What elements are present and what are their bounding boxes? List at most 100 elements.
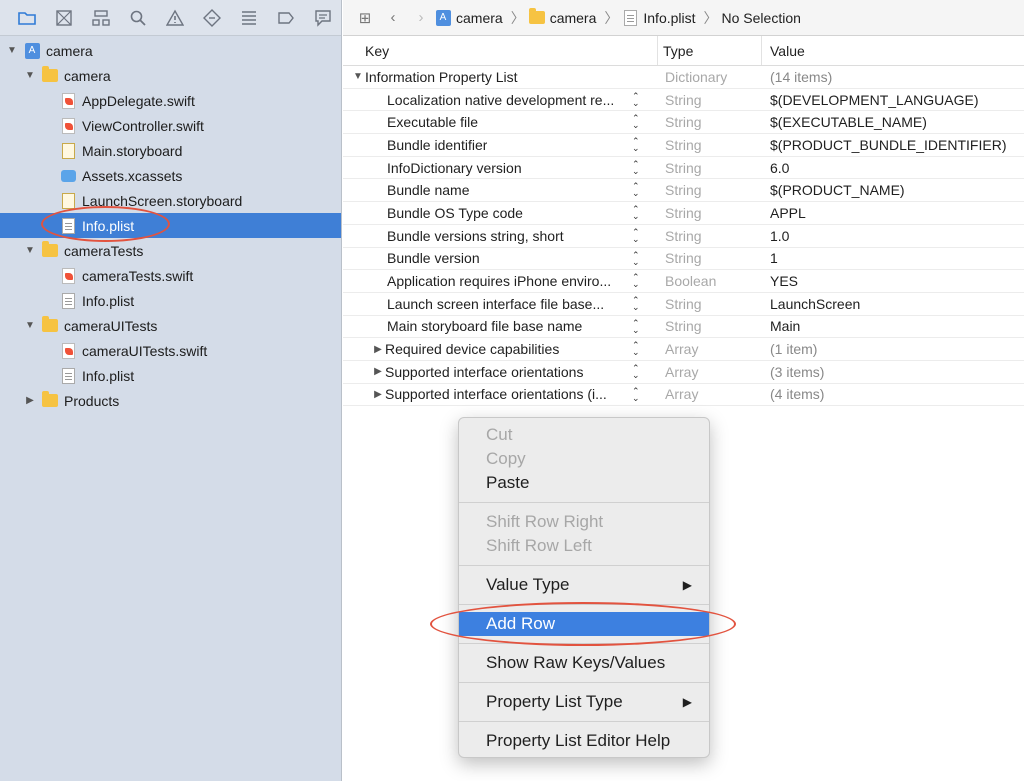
disclosure-open-icon[interactable]: ▼	[351, 71, 365, 82]
stepper-icon[interactable]: ⌃ ⌄	[632, 227, 640, 243]
related-items-grid-icon[interactable]: ⊞	[351, 9, 379, 27]
column-header-type[interactable]: Type	[658, 36, 762, 65]
stepper-icon[interactable]: ⌃ ⌄	[632, 386, 640, 402]
tree-item-file[interactable]: ViewController.swift	[0, 113, 341, 138]
menu-item-editor-help[interactable]: Property List Editor Help	[459, 729, 709, 753]
row-value[interactable]: $(PRODUCT_BUNDLE_IDENTIFIER)	[762, 137, 1006, 153]
table-row[interactable]: Bundle version ⌃ ⌄ String 1	[343, 248, 1024, 271]
disclosure-closed-icon[interactable]: ▶	[24, 395, 36, 406]
table-row[interactable]: Bundle OS Type code ⌃ ⌄ String APPL	[343, 202, 1024, 225]
row-value[interactable]: 6.0	[762, 160, 789, 176]
table-row[interactable]: Bundle versions string, short ⌃ ⌄ String …	[343, 225, 1024, 248]
stepper-icon[interactable]: ⌃ ⌄	[632, 318, 640, 334]
folder-icon[interactable]	[8, 6, 45, 30]
disclosure-open-icon[interactable]: ▼	[6, 45, 18, 56]
menu-item-copy[interactable]: Copy	[459, 447, 709, 471]
menu-item-show-raw-keys[interactable]: Show Raw Keys/Values	[459, 651, 709, 675]
breadcrumb-selection[interactable]: No Selection	[722, 10, 801, 26]
menu-item-add-row[interactable]: Add Row	[459, 612, 709, 636]
tree-item-file[interactable]: Info.plist	[0, 288, 341, 313]
row-key: Bundle OS Type code	[387, 204, 523, 221]
menu-item-value-type[interactable]: Value Type ▶	[459, 573, 709, 597]
source-control-icon[interactable]	[45, 6, 82, 30]
breakpoint-icon[interactable]	[267, 6, 304, 30]
stepper-icon[interactable]: ⌃ ⌄	[632, 205, 640, 221]
stepper-icon[interactable]: ⌃ ⌄	[632, 137, 640, 153]
stepper-icon[interactable]: ⌃ ⌄	[632, 363, 640, 379]
stepper-icon[interactable]: ⌃ ⌄	[632, 182, 640, 198]
tree-item-file-selected[interactable]: Info.plist	[0, 213, 341, 238]
tree-item-file[interactable]: cameraTests.swift	[0, 263, 341, 288]
row-value[interactable]: LaunchScreen	[762, 296, 860, 312]
table-row[interactable]: Localization native development re... ⌃ ⌄…	[343, 89, 1024, 112]
stepper-icon[interactable]: ⌃ ⌄	[632, 250, 640, 266]
hierarchy-icon[interactable]	[82, 6, 119, 30]
tree-item-project[interactable]: ▼ A camera	[0, 38, 341, 63]
menu-item-cut[interactable]: Cut	[459, 423, 709, 447]
table-row[interactable]: Executable file ⌃ ⌄ String $(EXECUTABLE_N…	[343, 111, 1024, 135]
disclosure-closed-icon[interactable]: ▶	[371, 344, 385, 355]
table-row[interactable]: Launch screen interface file base... ⌃ ⌄ …	[343, 293, 1024, 316]
breadcrumb-file[interactable]: Info.plist	[622, 9, 696, 26]
stepper-icon[interactable]: ⌃ ⌄	[632, 159, 640, 175]
table-row[interactable]: InfoDictionary version ⌃ ⌄ String 6.0	[343, 157, 1024, 180]
table-row[interactable]: ▶ Required device capabilities ⌃ ⌄ Array (…	[343, 338, 1024, 361]
search-icon[interactable]	[119, 6, 156, 30]
table-row[interactable]: Bundle identifier ⌃ ⌄ String $(PRODUCT_BU…	[343, 134, 1024, 157]
row-value[interactable]: 1	[762, 250, 778, 266]
row-type: String	[665, 227, 702, 244]
column-header-value[interactable]: Value	[762, 36, 805, 65]
disclosure-open-icon[interactable]: ▼	[24, 320, 36, 331]
column-header-key[interactable]: Key	[343, 36, 658, 65]
row-value[interactable]: $(EXECUTABLE_NAME)	[762, 114, 927, 130]
project-icon: A	[435, 9, 451, 26]
menu-item-paste[interactable]: Paste	[459, 471, 709, 495]
menu-item-shift-row-left[interactable]: Shift Row Left	[459, 534, 709, 558]
menu-item-property-list-type[interactable]: Property List Type ▶	[459, 690, 709, 714]
breadcrumb-project[interactable]: A camera	[435, 9, 503, 26]
table-row[interactable]: ▶ Supported interface orientations (i... …	[343, 384, 1024, 407]
row-value[interactable]: YES	[762, 273, 798, 289]
tree-item-folder[interactable]: ▼ cameraTests	[0, 238, 341, 263]
table-row[interactable]: ▶ Supported interface orientations ⌃ ⌄ Arr…	[343, 361, 1024, 384]
debug-icon[interactable]	[230, 6, 267, 30]
disclosure-open-icon[interactable]: ▼	[24, 70, 36, 81]
breadcrumb-separator-icon: 〉	[604, 9, 619, 26]
disclosure-closed-icon[interactable]: ▶	[371, 389, 385, 400]
tree-item-folder[interactable]: ▼ camera	[0, 63, 341, 88]
test-icon[interactable]	[193, 6, 230, 30]
tree-item-folder[interactable]: ▼ cameraUITests	[0, 313, 341, 338]
table-row[interactable]: Application requires iPhone enviro... ⌃ ⌄…	[343, 270, 1024, 293]
table-row-root[interactable]: ▼ Information Property List Dictionary (…	[343, 66, 1024, 89]
tree-item-file[interactable]: LaunchScreen.storyboard	[0, 188, 341, 213]
report-icon[interactable]	[304, 6, 341, 30]
tree-item-file[interactable]: Assets.xcassets	[0, 163, 341, 188]
disclosure-open-icon[interactable]: ▼	[24, 245, 36, 256]
stepper-icon[interactable]: ⌃ ⌄	[632, 91, 640, 107]
table-row[interactable]: Main storyboard file base name ⌃ ⌄ String…	[343, 316, 1024, 339]
table-row[interactable]: Bundle name ⌃ ⌄ String $(PRODUCT_NAME)	[343, 179, 1024, 203]
stepper-icon[interactable]: ⌃ ⌄	[632, 295, 640, 311]
row-value[interactable]: Main	[762, 318, 800, 334]
row-type: Boolean	[665, 273, 717, 290]
row-value[interactable]: APPL	[762, 205, 806, 221]
tree-item-file[interactable]: Main.storyboard	[0, 138, 341, 163]
stepper-icon[interactable]: ⌃ ⌄	[632, 341, 640, 357]
row-value[interactable]: 1.0	[762, 228, 789, 244]
tree-item-file[interactable]: Info.plist	[0, 363, 341, 388]
stepper-icon[interactable]: ⌃ ⌄	[632, 273, 640, 289]
tree-item-file[interactable]: AppDelegate.swift	[0, 88, 341, 113]
back-chevron-icon[interactable]: ‹	[379, 9, 407, 26]
row-value[interactable]: $(PRODUCT_NAME)	[762, 182, 905, 198]
row-value[interactable]: $(DEVELOPMENT_LANGUAGE)	[762, 92, 979, 108]
warning-icon[interactable]	[156, 6, 193, 30]
breadcrumb-folder[interactable]: camera	[528, 8, 597, 26]
disclosure-closed-icon[interactable]: ▶	[371, 366, 385, 377]
tree-item-folder[interactable]: ▶ Products	[0, 388, 341, 413]
breadcrumb-label: camera	[549, 9, 597, 26]
forward-chevron-icon[interactable]: ›	[407, 9, 435, 26]
stepper-icon[interactable]: ⌃ ⌄	[632, 114, 640, 130]
menu-item-shift-row-right[interactable]: Shift Row Right	[459, 510, 709, 534]
tree-item-file[interactable]: cameraUITests.swift	[0, 338, 341, 363]
swift-file-icon	[60, 342, 76, 359]
